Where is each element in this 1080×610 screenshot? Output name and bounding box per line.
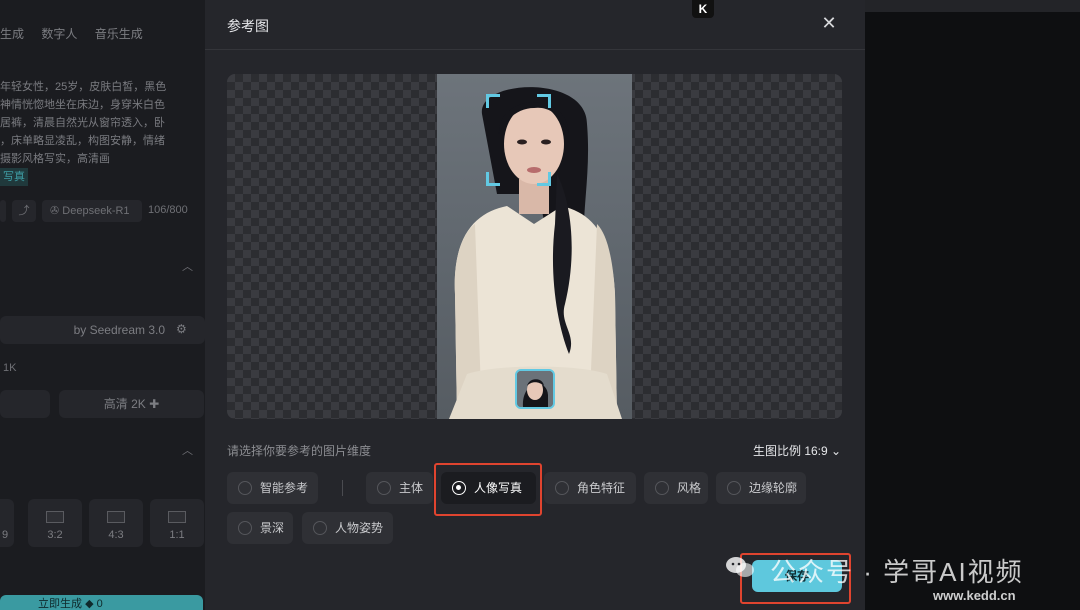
option-subject[interactable]: 主体 [366, 472, 433, 504]
option-style[interactable]: 风格 [644, 472, 708, 504]
resolution-row: 1K [0, 362, 205, 374]
modal-title: 参考图 [227, 18, 269, 34]
reference-photo [437, 74, 632, 419]
background-top-bar [865, 0, 1080, 12]
ratio-label: 3:2 [47, 529, 63, 541]
option-smart-reference[interactable]: 智能参考 [227, 472, 318, 504]
close-icon[interactable]: ✕ [818, 12, 840, 34]
option-label: 智能参考 [260, 481, 309, 495]
option-label: 主体 [399, 481, 424, 495]
option-label: 人物姿势 [335, 521, 384, 535]
ratio-label: 1:1 [169, 529, 185, 541]
ratio-label: 9 [1, 529, 9, 541]
app-logo-icon: K [692, 0, 714, 18]
ratio-option[interactable]: 9 [0, 499, 14, 547]
prompt-tag[interactable]: 写真 [0, 168, 28, 186]
resolution-2k-button[interactable]: 高清 2K ✚ [59, 390, 204, 418]
radio-icon [377, 481, 391, 495]
resolution-1k-button[interactable] [0, 390, 50, 418]
option-label: 角色特征 [577, 481, 626, 495]
model-select[interactable]: by Seedream 3.0 [0, 316, 205, 344]
dimension-label: 请选择你要参考的图片维度 [227, 444, 372, 458]
deepseek-icon: ✇ [50, 205, 60, 217]
watermark-url: www.kedd.cn [933, 588, 1016, 603]
credit-icon: ◆ [85, 598, 97, 610]
background-right [865, 12, 1080, 610]
nav-tab-music[interactable]: 音乐生成 [95, 27, 143, 41]
face-thumbnail[interactable] [515, 369, 555, 409]
prompt-line: 神情恍惚地坐在床边，身穿米白色 [0, 99, 165, 111]
option-divider [342, 480, 343, 496]
chevron-up-icon[interactable]: ︿ [182, 442, 193, 458]
prompt-line: 居裤，清晨自然光从窗帘透入，卧 [0, 117, 165, 129]
background-nav: 生成 数字人 音乐生成 [0, 25, 157, 42]
generate-button[interactable]: 立即生成 ◆ 0 [0, 595, 203, 610]
radio-icon [313, 521, 327, 535]
option-edge-outline[interactable]: 边缘轮廓 [716, 472, 806, 504]
ratio-option[interactable]: 3:2 [28, 499, 82, 547]
model-chip[interactable]: ✇ Deepseek-R1 [42, 200, 142, 222]
option-pose[interactable]: 人物姿势 [302, 512, 393, 544]
prompt-tools: ⤴ ✇ Deepseek-R1 106/800 [0, 200, 205, 222]
radio-icon [238, 521, 252, 535]
resolution-2k-label: 高清 2K [103, 397, 146, 411]
radio-icon [238, 481, 252, 495]
modal-header: 参考图 K ✕ [205, 0, 865, 50]
option-depth-of-field[interactable]: 景深 [227, 512, 293, 544]
prompt-text: 年轻女性，25岁，皮肤白皙，黑色 神情恍惚地坐在床边，身穿米白色 居裤，清晨自然… [0, 78, 190, 186]
ratio-option[interactable]: 1:1 [150, 499, 204, 547]
aspect-ratio-label: 生图比例 16:9 [753, 444, 828, 458]
resolution-1k-label: 1K [3, 362, 17, 374]
section-collapse[interactable]: ︿ [0, 258, 205, 274]
model-chip-label: Deepseek-R1 [62, 205, 130, 217]
expand-icon[interactable]: ⤴ [12, 200, 36, 222]
model-name: by Seedream 3.0 [73, 323, 165, 337]
wechat-icon [726, 557, 754, 577]
ratio-label: 4:3 [108, 529, 124, 541]
settings-icon[interactable]: ⚙ [176, 322, 187, 336]
face-detection-frame [486, 94, 551, 186]
face-thumbnail-image [517, 371, 553, 407]
nav-tab-digital-human[interactable]: 数字人 [41, 27, 77, 41]
nav-tab-generate[interactable]: 生成 [0, 27, 24, 41]
app-screen: 生成 数字人 音乐生成 年轻女性，25岁，皮肤白皙，黑色 神情恍惚地坐在床边，身… [0, 0, 1080, 610]
option-character-features[interactable]: 角色特征 [544, 472, 636, 504]
prompt-line: 摄影风格写实，高清画 [0, 153, 110, 165]
image-preview [227, 74, 842, 419]
radio-icon [655, 481, 669, 495]
char-count: 106/800 [148, 204, 188, 216]
radio-icon [555, 481, 569, 495]
option-label: 景深 [260, 521, 285, 535]
section-collapse-2[interactable]: ︿ [0, 442, 205, 458]
option-label: 边缘轮廓 [749, 481, 798, 495]
ratio-option[interactable]: 4:3 [89, 499, 143, 547]
background-panel: 生成 数字人 音乐生成 年轻女性，25岁，皮肤白皙，黑色 神情恍惚地坐在床边，身… [0, 0, 205, 610]
aspect-ratio-select[interactable]: 生图比例 16:9 ⌄ [753, 442, 841, 459]
generate-label: 立即生成 [38, 598, 82, 610]
watermark: 公众号 · 学哥AI视频 www.kedd.cn [725, 548, 1075, 608]
prompt-line: ，床单略显凌乱，构图安静，情绪 [0, 135, 165, 147]
watermark-text: 公众号 · 学哥AI视频 [770, 557, 1024, 587]
reference-image-modal: 参考图 K ✕ 请选择你要参考的图片维度 生图比例 16:9 ⌄ 智能参考 主体… [205, 0, 865, 610]
generate-count: 0 [96, 598, 103, 610]
highlight-annotation [434, 463, 542, 516]
radio-icon [727, 481, 741, 495]
chevron-down-icon: ⌄ [831, 444, 842, 458]
chevron-up-icon[interactable]: ︿ [182, 258, 193, 274]
plus-icon: ✚ [149, 397, 160, 411]
tool-chip[interactable] [0, 200, 6, 222]
option-label: 风格 [677, 481, 702, 495]
prompt-line: 年轻女性，25岁，皮肤白皙，黑色 [0, 81, 167, 93]
